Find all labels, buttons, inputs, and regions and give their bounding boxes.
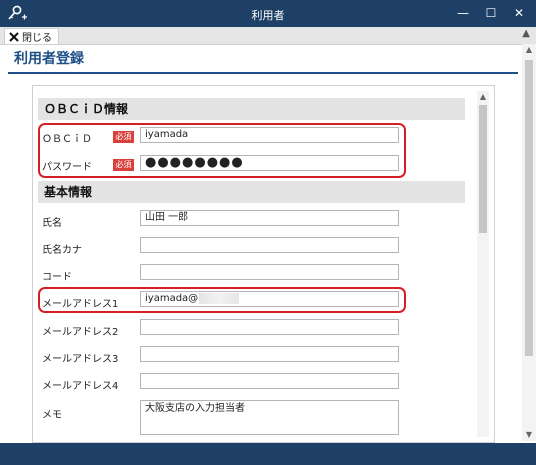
close-x-icon [9, 31, 19, 42]
close-button[interactable]: 閉じる [4, 28, 59, 45]
email2-label: メールアドレス2 [42, 327, 119, 338]
section-obcid-heading: ＯＢＣｉＤ情報 [38, 98, 465, 120]
code-label: コード [42, 272, 72, 283]
window-scroll-down-button[interactable]: ▼ [522, 429, 536, 441]
memo-textarea[interactable]: 大阪支店の入力担当者 [140, 400, 399, 435]
title-divider [8, 72, 518, 74]
window-scroll-up-button[interactable]: ▲ [522, 44, 536, 56]
form-scroll-thumb[interactable] [479, 105, 487, 233]
memo-label: メモ [42, 410, 62, 421]
title-bar: 利用者 — ☐ ✕ [0, 0, 536, 27]
email2-input[interactable] [140, 319, 399, 335]
email3-label: メールアドレス3 [42, 354, 119, 365]
section-basic-heading: 基本情報 [38, 181, 465, 203]
name-kana-input[interactable] [140, 237, 399, 253]
toolbar: 閉じる ▲ [0, 27, 536, 45]
name-label: 氏名 [42, 218, 62, 229]
maximize-button[interactable]: ☐ [480, 4, 502, 23]
status-bar [0, 443, 536, 465]
form-scroll-up-button[interactable]: ▲ [477, 91, 489, 103]
window-close-button[interactable]: ✕ [508, 4, 530, 23]
obcid-highlight-frame [38, 123, 406, 178]
user-form-panel: ＯＢＣｉＤ情報 ＯＢＣｉＤ 必須 iyamada パスワード 必須 ●●●●●●… [32, 85, 495, 443]
email1-highlight-frame [38, 287, 406, 313]
minimize-button[interactable]: — [452, 4, 474, 23]
form-scrollbar[interactable]: ▲ [477, 91, 489, 437]
page-title: 利用者登録 [14, 51, 84, 67]
collapse-toolbar-button[interactable]: ▲ [522, 28, 530, 39]
email4-label: メールアドレス4 [42, 381, 119, 392]
name-kana-label: 氏名カナ [42, 245, 82, 256]
email4-input[interactable] [140, 373, 399, 389]
window-scroll-thumb[interactable] [525, 60, 533, 356]
code-input[interactable] [140, 264, 399, 280]
close-button-label: 閉じる [22, 33, 52, 44]
email3-input[interactable] [140, 346, 399, 362]
name-input[interactable]: 山田 一郎 [140, 210, 399, 226]
window-scrollbar[interactable]: ▲ ▼ [522, 44, 536, 441]
